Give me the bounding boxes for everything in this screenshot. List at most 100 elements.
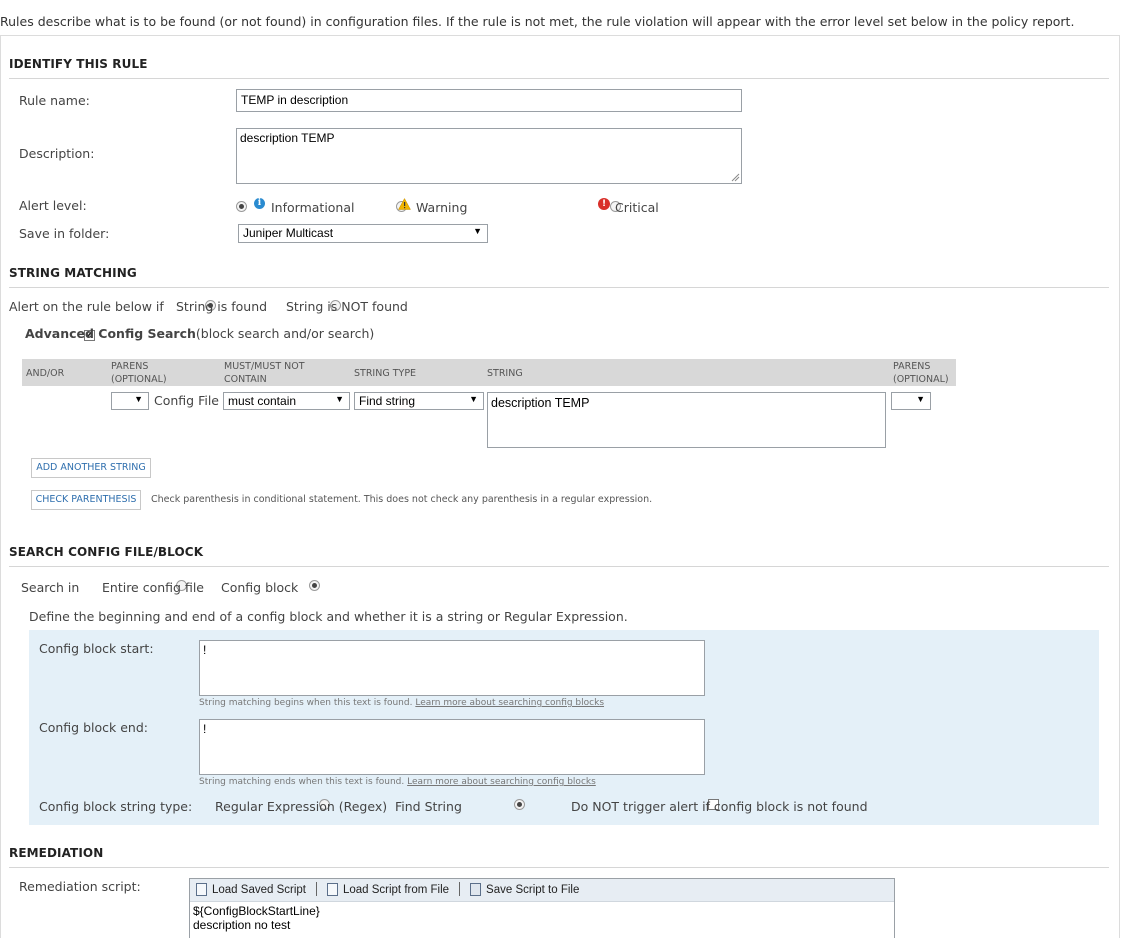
- load-saved-script-label: Load Saved Script: [212, 883, 306, 896]
- string-textarea[interactable]: description TEMP: [487, 392, 886, 448]
- save-script-file-label: Save Script to File: [486, 883, 580, 896]
- col-string: STRING: [487, 368, 523, 379]
- open-file-icon: [326, 883, 338, 896]
- rule-name-input[interactable]: TEMP in description: [236, 89, 742, 112]
- dropdown-arrow-icon: ▼: [469, 394, 478, 404]
- alert-level-critical-label: Critical: [615, 200, 659, 215]
- panel-border-right: [1119, 35, 1120, 938]
- section-title-string-matching: STRING MATCHING: [9, 266, 137, 280]
- learn-more-link[interactable]: Learn more about searching config blocks: [407, 777, 596, 787]
- radio-find-string[interactable]: [513, 799, 525, 810]
- block-start-textarea[interactable]: !: [199, 640, 705, 696]
- dropdown-arrow-icon: ▼: [134, 394, 143, 404]
- alert-if-label: Alert on the rule below if: [9, 299, 164, 314]
- dropdown-arrow-icon: ▼: [473, 226, 482, 236]
- string-type-select[interactable]: Find string ▼: [354, 392, 484, 410]
- col-must: MUST/MUST NOT CONTAIN: [224, 360, 305, 386]
- section-title-identify: IDENTIFY THIS RULE: [9, 57, 148, 71]
- save-script-file-button[interactable]: Save Script to File: [470, 883, 579, 896]
- check-parenthesis-button[interactable]: CHECK PARENTHESIS: [31, 490, 141, 510]
- string-type-value: Find string: [359, 394, 416, 408]
- folder-select-value: Juniper Multicast: [243, 226, 334, 240]
- critical-icon: !: [598, 198, 610, 210]
- no-trigger-label: Do NOT trigger alert if config block is …: [571, 799, 868, 814]
- panel-border-left: [0, 35, 1, 938]
- add-another-string-button[interactable]: ADD ANOTHER STRING: [31, 458, 151, 478]
- remediation-toolbar: Load Saved Script Load Script from File …: [190, 879, 894, 902]
- block-start-hint: String matching begins when this text is…: [199, 698, 604, 708]
- advanced-search-title: Advanced Config Search: [25, 326, 196, 341]
- regex-label: Regular Expression (Regex): [215, 799, 388, 814]
- section-divider: [9, 867, 1109, 868]
- alert-level-informational-label: Informational: [271, 200, 355, 215]
- string-not-found-label: String is NOT found: [286, 299, 408, 314]
- rule-name-label: Rule name:: [19, 93, 90, 108]
- close-parens-select[interactable]: ▼: [891, 392, 931, 410]
- col-must-line1: MUST/MUST NOT: [224, 361, 305, 372]
- advanced-search-label: Advanced Config Search(block search and/…: [25, 326, 374, 341]
- search-in-label: Search in: [21, 580, 80, 595]
- remediation-script-text[interactable]: ${ConfigBlockStartLine} description no t…: [190, 902, 894, 934]
- script-line: ${ConfigBlockStartLine}: [193, 904, 320, 918]
- radio-config-block[interactable]: [308, 580, 320, 591]
- col-parens-1-line1: PARENS: [111, 361, 149, 372]
- alert-level-warning-label: Warning: [416, 200, 468, 215]
- learn-more-link[interactable]: Learn more about searching config blocks: [415, 698, 604, 708]
- warning-icon: [398, 198, 411, 210]
- remediation-editor[interactable]: Load Saved Script Load Script from File …: [189, 878, 895, 938]
- string-found-label: String is found: [176, 299, 268, 314]
- advanced-search-suffix: (block search and/or search): [195, 326, 375, 341]
- document-icon: [196, 883, 207, 896]
- check-parenthesis-note: Check parenthesis in conditional stateme…: [151, 494, 653, 505]
- must-contain-value: must contain: [228, 394, 297, 408]
- toolbar-separator: [459, 882, 461, 896]
- col-parens-2: PARENS (OPTIONAL): [893, 360, 949, 386]
- intro-text: Rules describe what is to be found (or n…: [0, 14, 1075, 29]
- col-parens-1: PARENS (OPTIONAL): [111, 360, 167, 386]
- section-divider: [9, 287, 1109, 288]
- folder-label: Save in folder:: [19, 226, 110, 241]
- dropdown-arrow-icon: ▼: [335, 394, 344, 404]
- load-script-file-button[interactable]: Load Script from File: [326, 883, 450, 896]
- config-block-label: Config block: [221, 580, 299, 595]
- block-end-textarea[interactable]: !: [199, 719, 705, 775]
- description-value: description TEMP: [240, 131, 335, 145]
- col-and-or: AND/OR: [26, 368, 65, 379]
- col-string-type: STRING TYPE: [354, 368, 417, 379]
- find-string-label: Find String: [395, 799, 462, 814]
- section-title-search-block: SEARCH CONFIG FILE/BLOCK: [9, 545, 204, 559]
- description-label: Description:: [19, 146, 95, 161]
- save-icon: [470, 883, 482, 896]
- info-icon: i: [254, 198, 265, 209]
- panel-border-top: [0, 35, 1120, 36]
- description-textarea[interactable]: description TEMP: [236, 128, 742, 184]
- section-title-remediation: REMEDIATION: [9, 846, 104, 860]
- section-divider: [9, 566, 1109, 567]
- section-divider: [9, 78, 1109, 79]
- block-end-label: Config block end:: [39, 720, 148, 735]
- row-target-label: Config File: [154, 393, 219, 408]
- resize-handle-icon[interactable]: [731, 173, 740, 182]
- radio-informational[interactable]: [236, 201, 247, 212]
- entire-config-label: Entire config file: [102, 580, 204, 595]
- block-end-hint: String matching ends when this text is f…: [199, 777, 596, 787]
- load-saved-script-button[interactable]: Load Saved Script: [196, 883, 306, 896]
- dropdown-arrow-icon: ▼: [916, 394, 925, 404]
- folder-select[interactable]: Juniper Multicast ▼: [238, 224, 488, 243]
- toolbar-separator: [315, 882, 317, 896]
- col-must-line2: CONTAIN: [224, 374, 267, 385]
- define-block-text: Define the beginning and end of a config…: [29, 609, 628, 624]
- alert-level-label: Alert level:: [19, 198, 87, 213]
- col-parens-2-line2: (OPTIONAL): [893, 374, 949, 385]
- col-parens-1-line2: (OPTIONAL): [111, 374, 167, 385]
- block-start-label: Config block start:: [39, 641, 154, 656]
- open-parens-select[interactable]: ▼: [111, 392, 149, 410]
- block-type-label: Config block string type:: [39, 799, 193, 814]
- block-end-hint-text: String matching ends when this text is f…: [199, 777, 405, 787]
- script-line: description no test: [193, 918, 291, 932]
- col-parens-2-line1: PARENS: [893, 361, 931, 372]
- must-contain-select[interactable]: must contain ▼: [223, 392, 350, 410]
- load-script-file-label: Load Script from File: [342, 883, 450, 896]
- remediation-script-label: Remediation script:: [19, 879, 141, 894]
- block-start-hint-text: String matching begins when this text is…: [199, 698, 413, 708]
